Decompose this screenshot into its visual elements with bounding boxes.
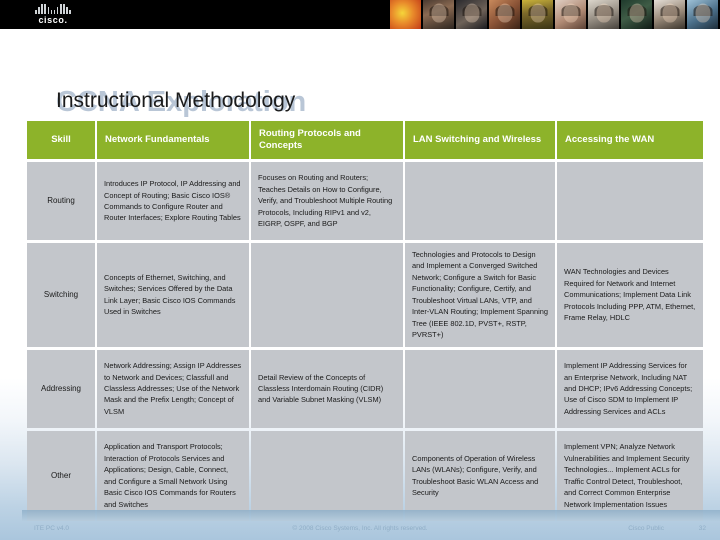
cell-other-routing-protocols bbox=[251, 430, 403, 521]
cell-addressing-accessing-wan: Implement IP Addressing Services for an … bbox=[557, 349, 703, 428]
people-photo-strip bbox=[390, 0, 720, 29]
top-banner: cisco. bbox=[0, 0, 720, 29]
cell-other-lan-switching: Components of Operation of Wireless LANs… bbox=[405, 430, 555, 521]
cell-switching-routing-protocols bbox=[251, 243, 403, 347]
cell-routing-routing-protocols: Focuses on Routing and Routers; Teaches … bbox=[251, 162, 403, 240]
cell-switching-network-fundamentals: Concepts of Ethernet, Switching, and Swi… bbox=[97, 243, 249, 347]
cell-routing-network-fundamentals: Introduces IP Protocol, IP Addressing an… bbox=[97, 162, 249, 240]
photo-student-8 bbox=[654, 0, 685, 29]
cell-other-network-fundamentals: Application and Transport Protocols; Int… bbox=[97, 430, 249, 521]
photo-student-3 bbox=[489, 0, 520, 29]
column-header-lan-switching-and-wireless: LAN Switching and Wireless bbox=[405, 121, 555, 159]
methodology-table: Skill Network Fundamentals Routing Proto… bbox=[25, 118, 705, 524]
cisco-logo: cisco. bbox=[18, 3, 88, 27]
table-row: Routing Introduces IP Protocol, IP Addre… bbox=[27, 162, 703, 240]
cell-skill-switching: Switching bbox=[27, 243, 95, 347]
footer-band bbox=[22, 510, 720, 521]
photo-student-4 bbox=[522, 0, 553, 29]
cell-routing-accessing-wan bbox=[557, 162, 703, 240]
cell-other-accessing-wan: Implement VPN; Analyze Network Vulnerabi… bbox=[557, 430, 703, 521]
column-header-routing-protocols-and-concepts: Routing Protocols and Concepts bbox=[251, 121, 403, 159]
cell-switching-accessing-wan: WAN Technologies and Devices Required fo… bbox=[557, 243, 703, 347]
cell-routing-lan-switching bbox=[405, 162, 555, 240]
column-header-skill: Skill bbox=[27, 121, 95, 159]
footer-copyright: © 2008 Cisco Systems, Inc. All rights re… bbox=[292, 525, 428, 532]
table-row: Switching Concepts of Ethernet, Switchin… bbox=[27, 243, 703, 347]
cisco-wordmark: cisco. bbox=[38, 15, 68, 25]
cell-skill-routing: Routing bbox=[27, 162, 95, 240]
column-header-network-fundamentals: Network Fundamentals bbox=[97, 121, 249, 159]
column-header-accessing-the-wan: Accessing the WAN bbox=[557, 121, 703, 159]
footer-course-version: ITE PC v4.0 bbox=[34, 525, 70, 532]
photo-abstract-orange bbox=[390, 0, 421, 29]
table-row: Other Application and Transport Protocol… bbox=[27, 430, 703, 521]
page-title: Instructional Methodology bbox=[56, 89, 296, 112]
photo-student-9 bbox=[687, 0, 718, 29]
table-row: Addressing Network Addressing; Assign IP… bbox=[27, 349, 703, 428]
cell-skill-addressing: Addressing bbox=[27, 349, 95, 428]
cell-skill-other: Other bbox=[27, 430, 95, 521]
photo-student-1 bbox=[423, 0, 454, 29]
photo-student-2 bbox=[456, 0, 487, 29]
photo-student-7 bbox=[621, 0, 652, 29]
cell-addressing-routing-protocols: Detail Review of the Concepts of Classle… bbox=[251, 349, 403, 428]
slide-footer: ITE PC v4.0 © 2008 Cisco Systems, Inc. A… bbox=[0, 510, 720, 540]
methodology-table-container: Skill Network Fundamentals Routing Proto… bbox=[25, 118, 703, 524]
cisco-bridge-icon bbox=[18, 3, 88, 14]
photo-student-6 bbox=[588, 0, 619, 29]
photo-student-5 bbox=[555, 0, 586, 29]
cell-switching-lan-switching: Technologies and Protocols to Design and… bbox=[405, 243, 555, 347]
cell-addressing-lan-switching bbox=[405, 349, 555, 428]
cell-addressing-network-fundamentals: Network Addressing; Assign IP Addresses … bbox=[97, 349, 249, 428]
table-header-row: Skill Network Fundamentals Routing Proto… bbox=[27, 121, 703, 159]
footer-page-number: 32 bbox=[698, 525, 706, 532]
footer-classification: Cisco Public bbox=[628, 525, 664, 532]
